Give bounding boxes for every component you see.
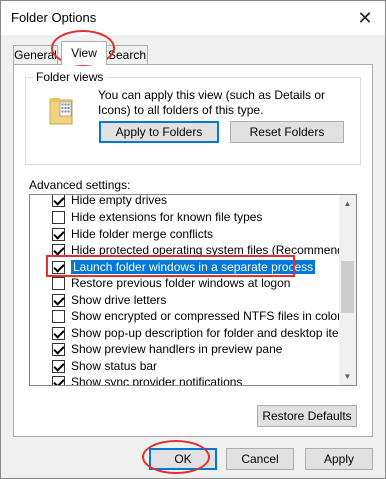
tab-search[interactable]: Search — [106, 45, 148, 65]
checkbox[interactable] — [52, 293, 65, 307]
folder-view-icon — [49, 98, 73, 125]
folder-views-label: Folder views — [33, 70, 107, 84]
list-item[interactable]: Show sync provider notifications — [52, 374, 242, 385]
list-item[interactable]: Hide protected operating system files (R… — [52, 242, 356, 258]
checkbox[interactable] — [52, 227, 65, 241]
close-icon: ✕ — [357, 7, 373, 28]
reset-folders-button[interactable]: Reset Folders — [230, 121, 344, 143]
advanced-settings-label: Advanced settings: — [29, 178, 131, 192]
folder-options-dialog: Folder Options ✕ General View Search Fol… — [0, 0, 386, 479]
list-item[interactable]: Show encrypted or compressed NTFS files … — [52, 308, 341, 324]
list-item[interactable]: Hide empty drives — [52, 195, 167, 208]
folder-views-description: You can apply this view (such as Details… — [98, 88, 326, 117]
checkbox[interactable] — [52, 326, 65, 340]
list-item[interactable]: Show preview handlers in preview pane — [52, 341, 282, 357]
scrollbar-thumb[interactable] — [341, 261, 354, 313]
checkbox[interactable] — [52, 309, 65, 323]
checkbox[interactable] — [52, 260, 65, 274]
checkbox[interactable] — [52, 359, 65, 373]
list-item[interactable]: Restore previous folder windows at logon — [52, 275, 290, 291]
cancel-button[interactable]: Cancel — [226, 448, 294, 470]
checkbox[interactable] — [52, 195, 65, 207]
checkbox[interactable] — [52, 375, 65, 385]
window-title: Folder Options — [11, 10, 97, 25]
checkbox[interactable] — [52, 210, 65, 224]
list-item[interactable]: Show drive letters — [52, 292, 166, 308]
list-scrollbar[interactable]: ▲ ▼ — [339, 195, 356, 385]
ok-button[interactable]: OK — [149, 448, 217, 470]
scroll-up-icon[interactable]: ▲ — [339, 195, 356, 212]
list-item-selected[interactable]: Launch folder windows in a separate proc… — [52, 259, 316, 275]
apply-button[interactable]: Apply — [305, 448, 373, 470]
tab-general[interactable]: General — [13, 45, 58, 65]
apply-to-folders-button[interactable]: Apply to Folders — [99, 121, 219, 143]
list-item[interactable]: Show status bar — [52, 358, 157, 374]
list-item[interactable]: Show pop-up description for folder and d… — [52, 325, 355, 341]
checkbox[interactable] — [52, 243, 65, 257]
close-button[interactable]: ✕ — [345, 1, 385, 35]
title-bar: Folder Options ✕ — [1, 1, 385, 35]
tab-view[interactable]: View — [61, 41, 107, 65]
list-item[interactable]: Hide extensions for known file types — [52, 209, 262, 225]
advanced-settings-list: Hide empty drives Hide extensions for kn… — [29, 194, 357, 386]
scroll-down-icon[interactable]: ▼ — [339, 368, 356, 385]
restore-defaults-button[interactable]: Restore Defaults — [257, 405, 357, 427]
list-item[interactable]: Hide folder merge conflicts — [52, 226, 213, 242]
checkbox[interactable] — [52, 276, 65, 290]
checkbox[interactable] — [52, 342, 65, 356]
